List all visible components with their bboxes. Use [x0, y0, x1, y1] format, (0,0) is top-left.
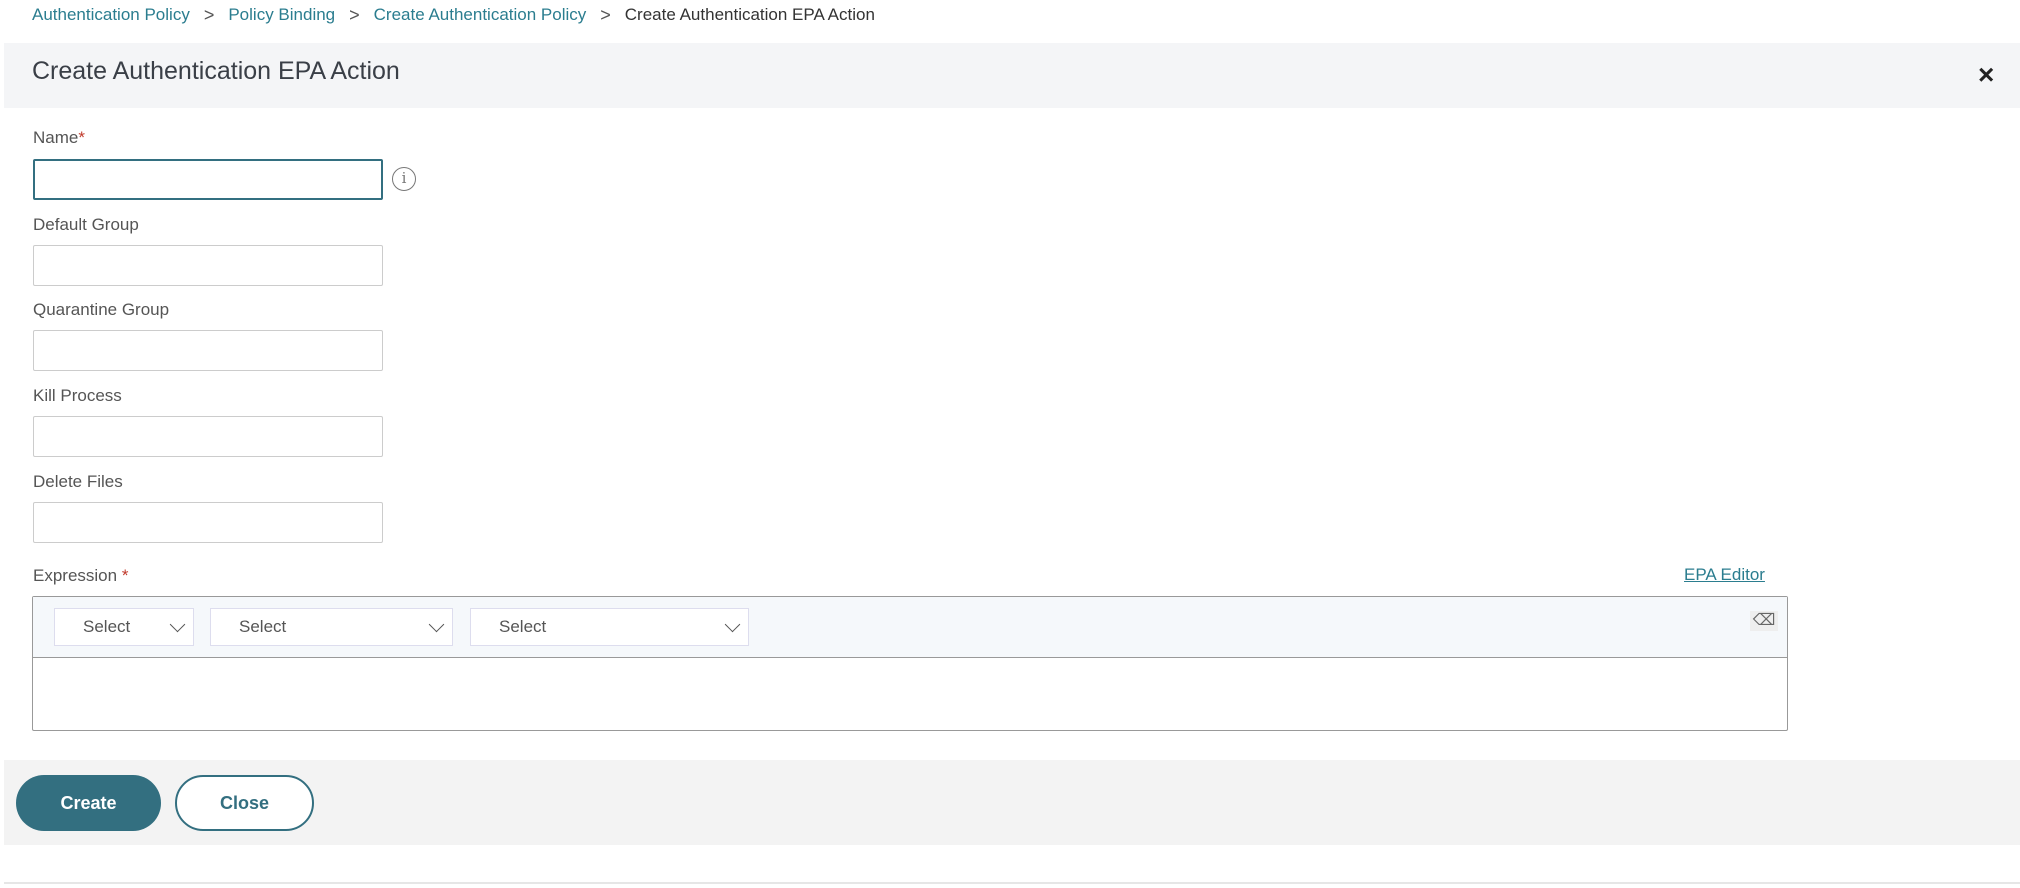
expression-editor: Select Select Select ⌫	[32, 596, 1788, 731]
breadcrumb-create-authentication-policy[interactable]: Create Authentication Policy	[374, 5, 587, 25]
expression-textarea[interactable]	[33, 659, 1787, 730]
breadcrumb-authentication-policy[interactable]: Authentication Policy	[32, 5, 190, 25]
name-label: Name*	[33, 128, 85, 148]
chevron-down-icon	[724, 616, 741, 632]
name-input[interactable]	[33, 159, 383, 200]
kill-process-label: Kill Process	[33, 386, 122, 405]
epa-editor-link[interactable]: EPA Editor	[1684, 565, 1765, 585]
page-title: Create Authentication EPA Action	[32, 57, 400, 85]
quarantine-group-label: Quarantine Group	[33, 300, 170, 319]
expression-label-text: Expression	[33, 566, 118, 585]
breadcrumb-policy-binding[interactable]: Policy Binding	[228, 5, 335, 25]
select-value: Select	[83, 617, 131, 636]
chevron-down-icon	[169, 616, 186, 632]
backspace-clear-icon[interactable]: ⌫	[1750, 611, 1778, 631]
select-value: Select	[499, 617, 547, 636]
delete-files-input[interactable]	[33, 502, 383, 543]
name-label-text: Name	[33, 128, 79, 147]
chevron-right-icon: >	[349, 4, 360, 25]
divider	[4, 882, 2020, 884]
required-marker: *	[78, 128, 85, 147]
breadcrumb: Authentication Policy > Policy Binding >…	[32, 2, 875, 28]
delete-files-label: Delete Files	[33, 472, 123, 491]
expression-select-1[interactable]: Select	[54, 608, 194, 646]
info-icon[interactable]: i	[392, 167, 416, 191]
expression-toolbar: Select Select Select ⌫	[33, 597, 1787, 658]
dialog-header: Create Authentication EPA Action ×	[4, 43, 2020, 108]
default-group-input[interactable]	[33, 245, 383, 286]
chevron-down-icon	[428, 616, 445, 632]
chevron-right-icon: >	[203, 4, 215, 25]
select-value: Select	[239, 617, 287, 636]
default-group-label: Default Group	[33, 215, 139, 234]
create-button[interactable]: Create	[16, 775, 161, 831]
close-button[interactable]: Close	[175, 775, 314, 831]
expression-select-3[interactable]: Select	[470, 608, 749, 646]
chevron-right-icon: >	[600, 4, 611, 25]
required-marker: *	[121, 566, 129, 585]
quarantine-group-input[interactable]	[33, 330, 383, 371]
close-icon[interactable]: ×	[1978, 61, 1994, 89]
expression-select-2[interactable]: Select	[210, 608, 453, 646]
kill-process-input[interactable]	[33, 416, 383, 457]
breadcrumb-current: Create Authentication EPA Action	[624, 5, 875, 24]
expression-label: Expression *	[33, 566, 128, 586]
dialog-footer: Create Close	[4, 760, 2020, 845]
